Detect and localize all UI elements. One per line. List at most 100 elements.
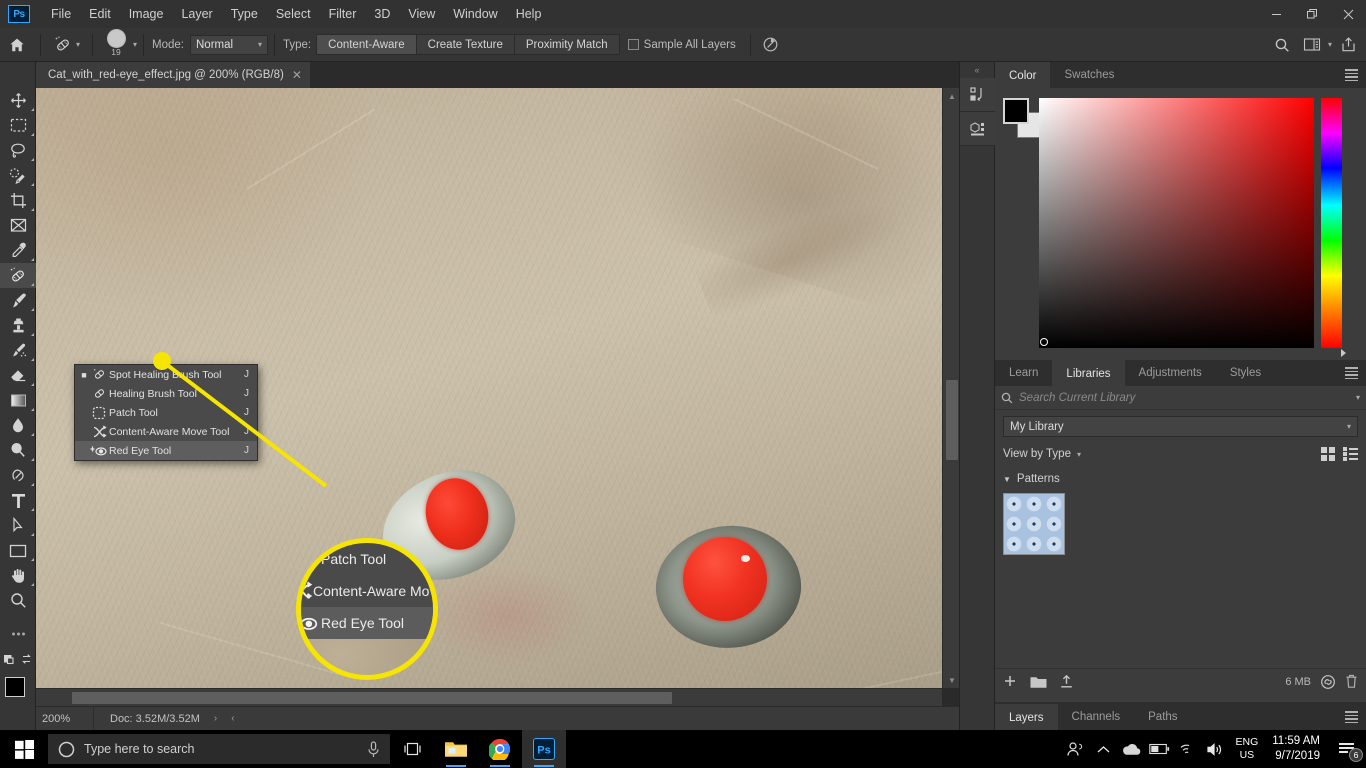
history-panel-icon[interactable] (960, 78, 996, 112)
menu-filter[interactable]: Filter (320, 3, 366, 25)
canvas-vertical-scrollbar[interactable]: ▲ ▼ (942, 88, 960, 688)
tab-color[interactable]: Color (995, 62, 1050, 88)
battery-icon[interactable] (1145, 730, 1173, 768)
view-by-label[interactable]: View by Type (1003, 448, 1071, 460)
document-canvas[interactable]: ▲ ▼ ■ Spot Healing Brush Tool J (36, 88, 960, 706)
flyout-item-red-eye[interactable]: Red Eye Tool J (75, 441, 257, 460)
flyout-item-content-aware-move[interactable]: Content-Aware Move Tool J (75, 422, 257, 441)
tab-learn[interactable]: Learn (995, 360, 1052, 386)
library-search-row[interactable]: Search Current Library ▾ (995, 386, 1366, 410)
flyout-item-patch[interactable]: Patch Tool J (75, 403, 257, 422)
tool-dodge[interactable] (0, 438, 36, 463)
menu-file[interactable]: File (42, 3, 80, 25)
status-expand-icon[interactable]: › (214, 713, 217, 724)
foreground-color-swatch[interactable] (1003, 98, 1029, 124)
clock[interactable]: 11:59 AM 9/7/2019 (1264, 734, 1328, 764)
tool-lasso[interactable] (0, 138, 36, 163)
chevron-down-icon[interactable]: ▾ (1356, 393, 1360, 402)
tool-eyedropper[interactable] (0, 238, 36, 263)
flyout-item-spot-healing-brush[interactable]: ■ Spot Healing Brush Tool J (75, 365, 257, 384)
tool-pen[interactable] (0, 463, 36, 488)
tab-adjustments[interactable]: Adjustments (1125, 360, 1216, 386)
search-input[interactable]: Search Current Library (1019, 392, 1356, 404)
tool-crop[interactable] (0, 188, 36, 213)
add-content-icon[interactable] (1003, 674, 1018, 689)
file-explorer-icon[interactable] (434, 730, 478, 768)
flyout-item-healing-brush[interactable]: Healing Brush Tool J (75, 384, 257, 403)
tool-gradient[interactable] (0, 388, 36, 413)
library-asset-blue-polka-dot-pattern[interactable] (1003, 493, 1065, 555)
tool-zoom[interactable] (0, 588, 36, 613)
tool-rectangle[interactable] (0, 538, 36, 563)
vertical-scroll-thumb[interactable] (946, 380, 958, 460)
sample-all-layers-checkbox[interactable]: Sample All Layers (628, 39, 736, 51)
menu-image[interactable]: Image (120, 3, 173, 25)
tool-edit-toolbar[interactable] (0, 621, 36, 646)
properties-panel-icon[interactable] (960, 112, 996, 146)
panel-menu-icon[interactable] (1345, 69, 1358, 81)
tab-swatches[interactable]: Swatches (1050, 62, 1128, 88)
people-icon[interactable] (1061, 730, 1089, 768)
menu-layer[interactable]: Layer (172, 3, 221, 25)
windows-start-icon[interactable] (0, 730, 48, 768)
tab-channels[interactable]: Channels (1058, 704, 1135, 730)
tab-styles[interactable]: Styles (1216, 360, 1275, 386)
status-collapse-icon[interactable]: ‹ (231, 713, 234, 724)
menu-window[interactable]: Window (444, 3, 506, 25)
trash-icon[interactable] (1345, 674, 1358, 689)
upload-icon[interactable] (1059, 674, 1074, 689)
mode-select[interactable]: Normal ▾ (190, 35, 268, 55)
menu-type[interactable]: Type (222, 3, 267, 25)
brush-chevron-down-icon[interactable]: ▾ (133, 40, 137, 49)
home-icon[interactable] (0, 37, 34, 53)
tool-clone-stamp[interactable] (0, 313, 36, 338)
tool-move[interactable] (0, 88, 36, 113)
taskbar-search-box[interactable]: Type here to search (48, 734, 390, 764)
tool-history-brush[interactable] (0, 338, 36, 363)
restore-button[interactable] (1294, 0, 1330, 28)
foreground-color-swatch[interactable] (5, 677, 25, 697)
show-hidden-icons-chevron[interactable] (1089, 730, 1117, 768)
action-center-icon[interactable]: 6 (1328, 730, 1366, 768)
close-icon[interactable]: ✕ (292, 68, 302, 82)
canvas-horizontal-scrollbar[interactable] (36, 688, 942, 706)
healing-tools-flyout-menu[interactable]: ■ Spot Healing Brush Tool J He (74, 364, 258, 461)
tool-hand[interactable] (0, 563, 36, 588)
scroll-down-icon[interactable]: ▼ (943, 674, 960, 686)
new-group-icon[interactable] (1030, 675, 1047, 689)
type-proximity-match-button[interactable]: Proximity Match (514, 34, 620, 55)
library-selector[interactable]: My Library ▾ (1003, 416, 1358, 437)
close-button[interactable] (1330, 0, 1366, 28)
search-input[interactable]: Type here to search (84, 742, 358, 756)
photoshop-icon[interactable]: Ps (522, 730, 566, 768)
google-chrome-icon[interactable] (478, 730, 522, 768)
tool-brush[interactable] (0, 288, 36, 313)
search-icon[interactable] (1268, 32, 1296, 58)
creative-cloud-sync-icon[interactable] (1320, 674, 1336, 690)
tool-quick-mask[interactable] (0, 646, 36, 671)
speaker-icon[interactable] (1201, 730, 1229, 768)
color-swatches[interactable] (0, 675, 36, 719)
panel-menu-icon[interactable] (1345, 711, 1358, 723)
expand-dock-icon[interactable]: « (960, 62, 994, 78)
menu-edit[interactable]: Edit (80, 3, 120, 25)
menu-view[interactable]: View (399, 3, 444, 25)
tool-quick-selection[interactable] (0, 163, 36, 188)
horizontal-scroll-thumb[interactable] (72, 692, 672, 704)
share-icon[interactable] (1334, 32, 1362, 58)
chevron-down-icon[interactable]: ▾ (76, 40, 80, 49)
type-create-texture-button[interactable]: Create Texture (416, 34, 515, 55)
tab-layers[interactable]: Layers (995, 704, 1058, 730)
language-indicator[interactable]: ENG US (1229, 736, 1264, 762)
zoom-level-field[interactable]: 200% (36, 707, 94, 731)
menu-3d[interactable]: 3D (365, 3, 399, 25)
tool-blur[interactable] (0, 413, 36, 438)
tool-path-selection[interactable] (0, 513, 36, 538)
tab-libraries[interactable]: Libraries (1052, 360, 1124, 386)
workspace-icon[interactable] (1298, 32, 1326, 58)
tool-rectangular-marquee[interactable] (0, 113, 36, 138)
patterns-section-header[interactable]: ▼ Patterns (995, 465, 1366, 489)
hue-slider[interactable] (1321, 98, 1342, 348)
tool-type[interactable] (0, 488, 36, 513)
minimize-button[interactable] (1258, 0, 1294, 28)
